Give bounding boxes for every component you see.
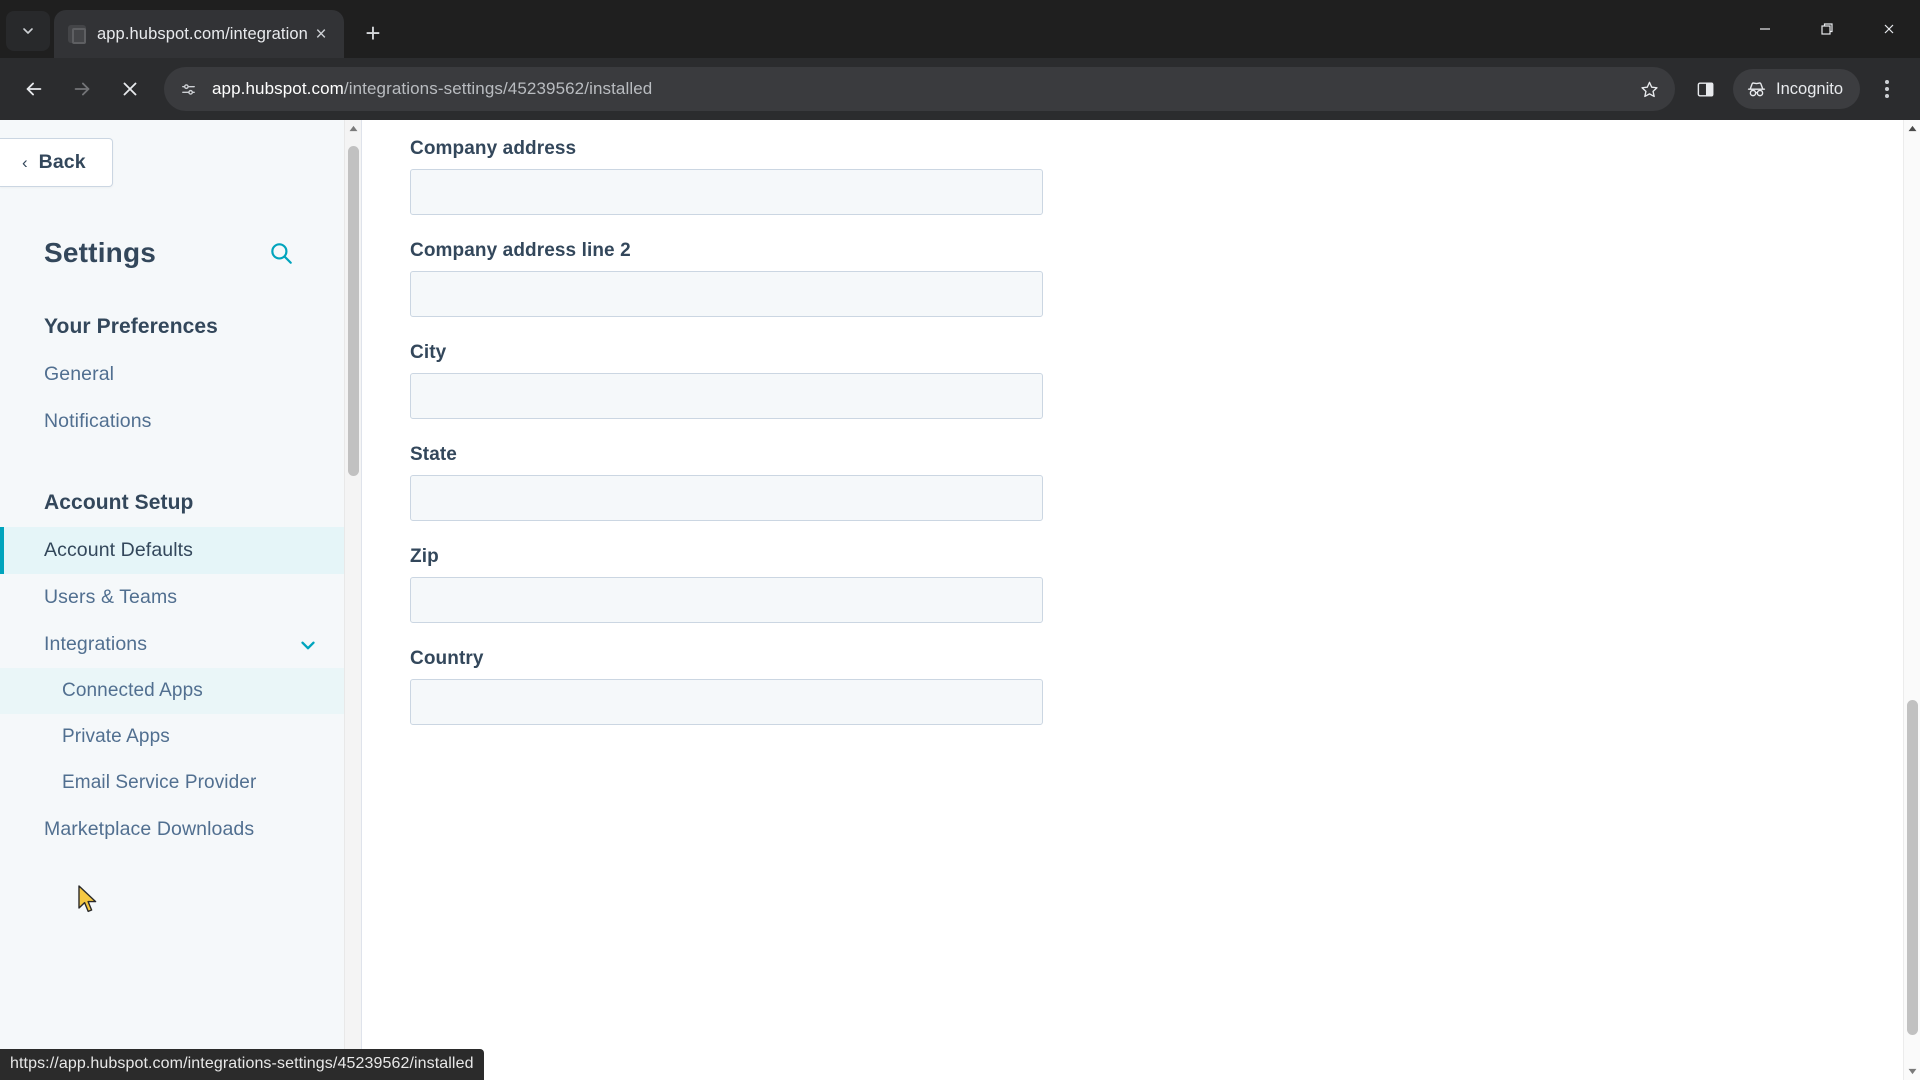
field-label: Country [410,648,484,669]
zip-input[interactable] [410,577,1043,623]
omnibox-actions [1631,71,1667,107]
page-viewport: ‹ Back Settings Your Preferences General… [0,120,1920,1080]
section-title-your-preferences: Your Preferences [44,315,218,338]
star-icon[interactable] [1631,71,1667,107]
field-label: State [410,444,457,465]
tab-search-icon[interactable] [6,11,50,51]
status-bar-url: https://app.hubspot.com/integrations-set… [0,1049,484,1080]
state-input[interactable] [410,475,1043,521]
sidebar-item-label: Marketplace Downloads [44,818,255,840]
tune-icon[interactable] [172,73,204,105]
search-icon[interactable] [266,238,296,268]
sidebar-item-label: Private Apps [62,726,170,747]
page-scroll-thumb[interactable] [1907,700,1918,1035]
field-label: Company address [410,138,577,159]
sidebar-item-general[interactable]: General [0,351,361,398]
sidebar-item-account-defaults[interactable]: Account Defaults [0,527,361,574]
incognito-label: Incognito [1776,79,1843,98]
field-label: Zip [410,546,439,567]
scroll-up-arrow[interactable] [1904,120,1920,137]
scroll-up-arrow[interactable] [345,120,361,137]
stop-loading-icon[interactable] [108,67,152,111]
settings-sidebar: ‹ Back Settings Your Preferences General… [0,120,362,1080]
chevron-down-icon[interactable] [297,634,319,656]
settings-form: Company address Company address line 2 C… [362,120,1920,1080]
field-group-country: Country [410,648,1920,725]
hubspot-favicon [68,25,86,44]
arrow-right-icon[interactable] [60,67,104,111]
section-title-account-setup: Account Setup [44,491,194,514]
browser-tab[interactable]: app.hubspot.com/integrations- × [54,10,344,58]
page-scrollbar[interactable] [1903,120,1920,1080]
browser-toolbar: app.hubspot.com/integrations-settings/45… [0,58,1920,120]
minimize-icon[interactable] [1734,0,1796,58]
field-group-state: State [410,444,1920,521]
tab-strip: app.hubspot.com/integrations- × + [0,0,1920,58]
sidebar-item-users-teams[interactable]: Users & Teams [0,574,361,621]
incognito-badge[interactable]: Incognito [1733,69,1860,109]
restore-icon[interactable] [1796,0,1858,58]
scroll-down-arrow[interactable] [1904,1063,1920,1080]
back-label: Back [38,151,86,173]
url-path: /integrations-settings/45239562/installe… [343,79,653,98]
sidebar-item-label: Users & Teams [44,586,178,608]
browser-window: app.hubspot.com/integrations- × + app.hu… [0,0,1920,1080]
field-label: Company address line 2 [410,240,631,261]
sidebar-item-label: Integrations [44,633,148,655]
sidebar-item-label: General [44,363,115,385]
field-group-city: City [410,342,1920,419]
settings-header: Settings [0,237,361,269]
url-text[interactable]: app.hubspot.com/integrations-settings/45… [212,79,1631,99]
field-group-zip: Zip [410,546,1920,623]
chevron-left-icon: ‹ [22,153,28,172]
page-title: Settings [44,237,157,268]
sidebar-item-notifications[interactable]: Notifications [0,398,361,445]
field-group-company-address-line-2: Company address line 2 [410,240,1920,317]
sidebar-scrollbar[interactable] [344,120,361,1080]
company-address-input[interactable] [410,169,1043,215]
arrow-left-icon[interactable] [12,67,56,111]
window-controls [1734,0,1920,58]
sidebar-item-label: Account Defaults [44,539,194,561]
company-address-line-2-input[interactable] [410,271,1043,317]
close-window-icon[interactable] [1858,0,1920,58]
sidebar-item-label: Email Service Provider [62,772,257,793]
field-group-company-address: Company address [410,138,1920,215]
sidebar-item-connected-apps[interactable]: Connected Apps [0,668,361,714]
sidebar-scroll-thumb[interactable] [348,146,359,476]
country-input[interactable] [410,679,1043,725]
sidebar-item-integrations[interactable]: Integrations [0,621,361,668]
new-tab-button[interactable]: + [354,14,392,52]
kebab-menu-icon[interactable] [1866,68,1908,110]
sidebar-item-label: Notifications [44,410,152,432]
tab-title: app.hubspot.com/integrations- [97,24,308,43]
sidebar-content: ‹ Back Settings Your Preferences General… [0,120,361,1080]
field-label: City [410,342,447,363]
sidebar-item-label: Connected Apps [62,680,203,701]
sidebar-item-marketplace-downloads[interactable]: Marketplace Downloads [0,806,361,853]
address-bar[interactable]: app.hubspot.com/integrations-settings/45… [164,67,1676,111]
incognito-icon [1747,81,1766,96]
sidebar-item-email-service-provider[interactable]: Email Service Provider [0,760,361,806]
url-host: app.hubspot.com [212,79,344,98]
back-button[interactable]: ‹ Back [0,138,113,187]
sidebar-item-private-apps[interactable]: Private Apps [0,714,361,760]
city-input[interactable] [410,373,1043,419]
side-panel-icon[interactable] [1687,71,1723,107]
close-icon[interactable]: × [308,21,334,47]
